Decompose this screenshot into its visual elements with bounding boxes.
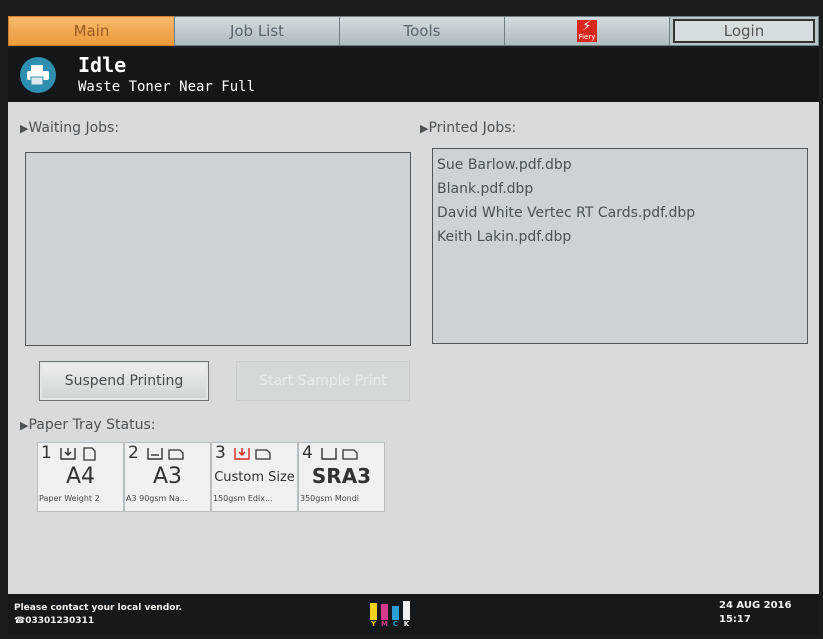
toner-levels-icon[interactable]: YMCK — [370, 600, 414, 628]
start-sample-print-button[interactable]: Start Sample Print — [236, 361, 410, 401]
tray-number: 1 — [41, 443, 52, 463]
printed-jobs-heading: ▶Printed Jobs: — [420, 120, 517, 136]
login-label: Login — [723, 22, 765, 40]
list-item[interactable]: David White Vertec RT Cards.pdf.dbp — [433, 201, 807, 225]
tab-job-list-label: Job List — [229, 22, 285, 40]
suspend-printing-button[interactable]: Suspend Printing — [39, 361, 209, 401]
footer-bar: Please contact your local vendor. ☎03301… — [8, 594, 819, 634]
tab-tools[interactable]: Tools — [339, 16, 505, 46]
list-item[interactable]: Blank.pdf.dbp — [433, 177, 807, 201]
toner-label-k: K — [403, 620, 410, 628]
tray-number: 3 — [215, 443, 226, 463]
tray-paper-type: 350gsm Mondi — [300, 494, 360, 503]
toner-label-y: Y — [370, 620, 377, 628]
tab-login[interactable]: Login — [669, 16, 819, 46]
waiting-jobs-heading: ▶Waiting Jobs: — [20, 120, 120, 136]
status-bar: Idle Waste Toner Near Full — [8, 48, 819, 102]
login-button[interactable]: Login — [673, 19, 815, 43]
tray-paper-size: A4 — [65, 464, 96, 489]
toner-label-m: M — [381, 620, 388, 628]
top-tab-bar: Main Job List Tools ⚡ Fiery Login — [8, 16, 819, 46]
tray-paper-icon — [60, 446, 100, 465]
tab-job-list[interactable]: Job List — [174, 16, 340, 46]
tray-paper-size: A3 — [152, 464, 183, 489]
tab-main[interactable]: Main — [8, 16, 175, 46]
vendor-message: Please contact your local vendor. — [14, 603, 183, 613]
tray-paper-size: SRA3 — [311, 464, 372, 488]
tray-paper-type: A3 90gsm Na... — [126, 494, 188, 503]
main-panel: ▶Waiting Jobs: ▶Printed Jobs: Sue Barlow… — [8, 102, 819, 594]
status-message: Waste Toner Near Full — [78, 79, 256, 95]
paper-tray-4[interactable]: 4 SRA3 350gsm Mondi — [298, 442, 385, 512]
tray-number: 2 — [128, 443, 139, 463]
tab-fiery[interactable]: ⚡ Fiery — [504, 16, 670, 46]
date-display: 24 AUG 2016 — [719, 600, 792, 611]
printer-icon — [20, 57, 56, 93]
tray-paper-icon — [147, 446, 187, 465]
toner-bar-y — [370, 603, 377, 620]
toner-label-c: C — [392, 620, 399, 628]
list-item[interactable]: Keith Lakin.pdf.dbp — [433, 225, 807, 249]
toner-bar-m — [381, 604, 388, 620]
vendor-phone: ☎03301230311 — [14, 616, 95, 626]
tab-main-label: Main — [73, 22, 110, 40]
list-item[interactable]: Sue Barlow.pdf.dbp — [433, 153, 807, 177]
toner-bar-k — [403, 601, 410, 620]
tray-paper-size: Custom Size — [214, 470, 295, 485]
paper-tray-1[interactable]: 1 A4 Paper Weight 2 — [37, 442, 124, 512]
status-title: Idle — [78, 53, 127, 77]
paper-tray-2[interactable]: 2 A3 A3 90gsm Na... — [124, 442, 211, 512]
toner-bar-c — [392, 606, 399, 620]
time-display: 15:17 — [719, 614, 751, 625]
tray-number: 4 — [302, 443, 313, 463]
fiery-logo-icon: ⚡ Fiery — [577, 19, 597, 42]
tab-tools-label: Tools — [403, 22, 441, 40]
tray-paper-icon — [234, 446, 274, 465]
tray-paper-icon — [321, 446, 361, 465]
waiting-jobs-list[interactable] — [25, 152, 411, 346]
paper-tray-status-heading: ▶Paper Tray Status: — [20, 417, 156, 433]
tray-paper-type: Paper Weight 2 — [39, 494, 100, 503]
printed-jobs-list[interactable]: Sue Barlow.pdf.dbp Blank.pdf.dbp David W… — [432, 148, 808, 344]
tray-paper-type: 150gsm Edix... — [213, 494, 273, 503]
paper-tray-3[interactable]: 3 Custom Size 150gsm Edix... — [211, 442, 298, 512]
